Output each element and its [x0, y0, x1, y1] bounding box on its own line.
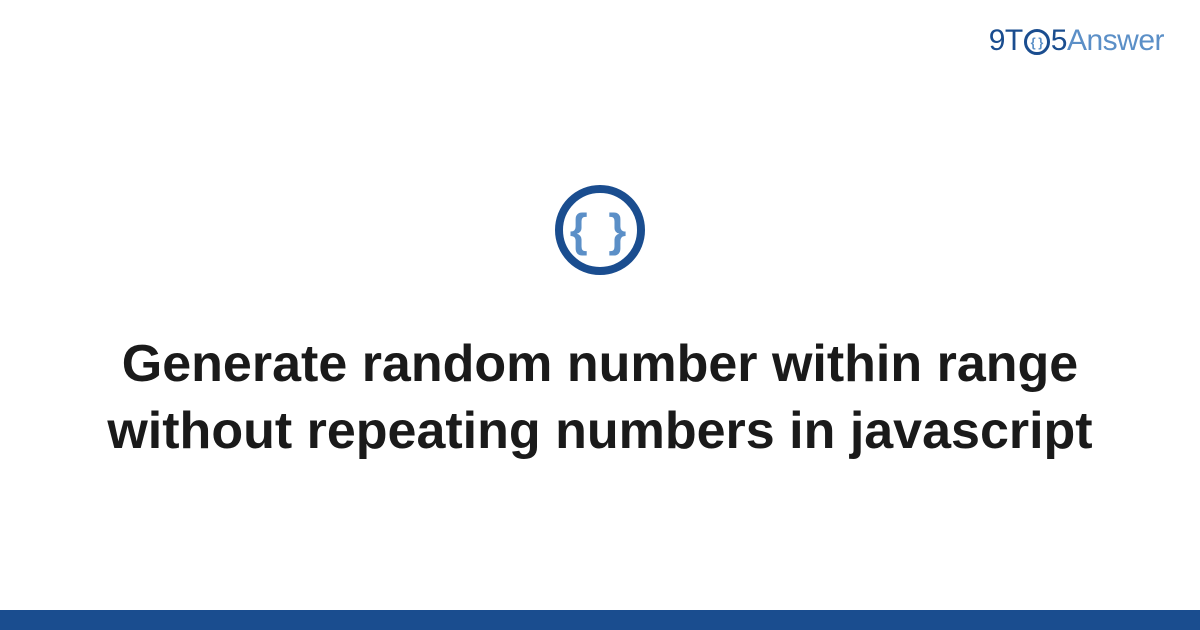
curly-braces-icon: { }: [570, 207, 631, 253]
main-content: { } Generate random number within range …: [0, 0, 1200, 610]
category-icon-circle: { }: [555, 185, 645, 275]
footer-bar: [0, 610, 1200, 630]
page-title: Generate random number within range with…: [100, 331, 1100, 464]
